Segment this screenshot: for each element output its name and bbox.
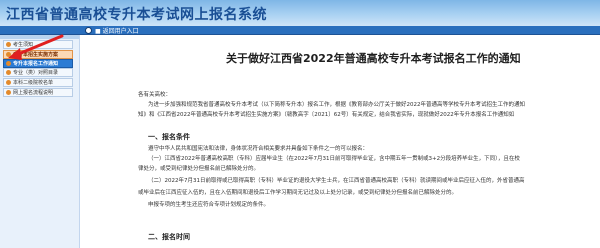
paragraph-line: （二）2022年7月31日前取得或已取得高职（专科）毕业证的退役大学生士兵，在江… bbox=[148, 178, 525, 184]
sidebar-item-implementation-plan[interactable]: 专升本招生实施方案 bbox=[3, 50, 73, 59]
paragraph-line: 申报专项的生考生还应符合专项计划规定的条件。 bbox=[148, 202, 270, 208]
bullet-icon bbox=[6, 90, 11, 95]
sidebar-item-label: 本科二级院校名单 bbox=[13, 80, 54, 86]
site-header: 江西省普通高校专升本考试网上报名系统 bbox=[0, 0, 600, 26]
paragraph-line: 或毕业后在江西应征入伍的，且在入伍期间和退役后工作学习期间无记过及以上处分记录，… bbox=[138, 190, 458, 196]
sidebar-item-registration-notice[interactable]: 专升本报名工作通知 bbox=[3, 59, 73, 68]
paragraph-line: 律处分，或受到纪律处分但报名前已解除处分的。 bbox=[138, 166, 260, 172]
sidebar-item-label: 网上报名流程说明 bbox=[13, 90, 54, 96]
sidebar-header bbox=[0, 35, 79, 39]
sidebar-item-label: 专升本报名工作通知 bbox=[13, 61, 59, 67]
sidebar-item-label: 考生须知 bbox=[13, 42, 34, 48]
intro-line: 为进一步加强和规范我省普通高校专升本考试（以下简称专升本）报名工作，根据《教育部… bbox=[148, 102, 526, 108]
sidebar-item-label: 专业（类）对照目录 bbox=[13, 70, 59, 76]
bullet-icon bbox=[6, 61, 11, 66]
paragraph-line: 遵守中华人民共和国宪法和法律，身体状况符合相关要求并具备如下条件之一的可以报名： bbox=[148, 146, 369, 152]
sidebar-item-major-catalog[interactable]: 专业（类）对照目录 bbox=[3, 68, 73, 77]
section-heading-time: 二、报名时间 bbox=[148, 233, 190, 241]
return-user-entry-label: ■ 返回用户入口 bbox=[95, 28, 139, 35]
sidebar-item-exam-notice[interactable]: 考生须知 bbox=[3, 40, 73, 49]
intro-line: 知》和《江西省2022年普通高校专升本考试招生实施方案》（赣教高字〔2021〕6… bbox=[138, 112, 515, 118]
return-user-entry-link[interactable]: ■ 返回用户入口 bbox=[85, 26, 139, 35]
bullet-icon bbox=[6, 80, 11, 85]
paragraph-line: （一）江西省2022年普通高校高职（专科）应届毕业生（在2022年7月31日前可… bbox=[148, 156, 520, 162]
notice-document: 关于做好江西省2022年普通高校专升本考试报名工作的通知 各有关高校： 为进一步… bbox=[84, 36, 600, 248]
sidebar-item-label: 专升本招生实施方案 bbox=[13, 52, 59, 58]
section-heading-conditions: 一、报名条件 bbox=[148, 133, 190, 141]
site-title: 江西省普通高校专升本考试网上报名系统 bbox=[6, 7, 267, 23]
home-icon bbox=[85, 27, 92, 34]
sidebar-item-college-list[interactable]: 本科二级院校名单 bbox=[3, 78, 73, 87]
bullet-icon bbox=[6, 52, 11, 57]
bullet-icon bbox=[6, 42, 11, 47]
sidebar-item-process-guide[interactable]: 网上报名流程说明 bbox=[3, 88, 73, 97]
document-title: 关于做好江西省2022年普通高校专升本考试报名工作的通知 bbox=[226, 52, 521, 65]
salutation: 各有关高校： bbox=[138, 92, 172, 98]
bullet-icon bbox=[6, 70, 11, 75]
